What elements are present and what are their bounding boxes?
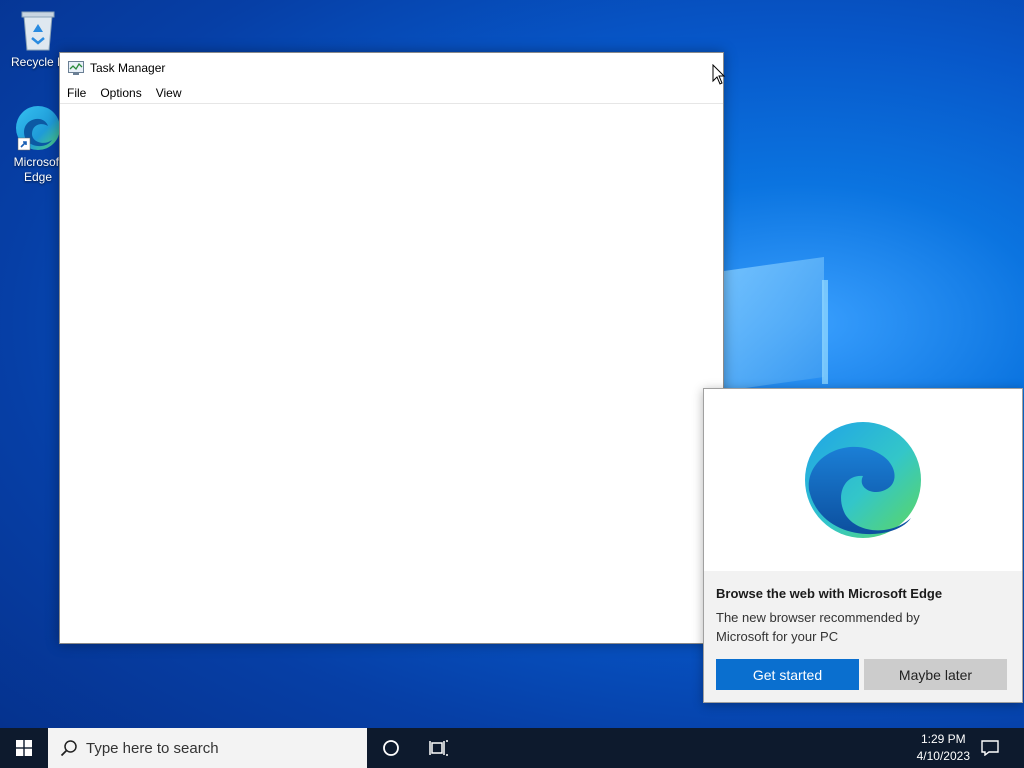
window-title: Task Manager	[90, 61, 166, 75]
clock-date: 4/10/2023	[916, 749, 970, 763]
maybe-later-button[interactable]: Maybe later	[864, 659, 1007, 690]
window-titlebar[interactable]: Task Manager	[60, 53, 723, 83]
promo-hero	[704, 389, 1022, 571]
promo-description: The new browser recommended by Microsoft…	[716, 610, 920, 644]
menu-file[interactable]: File	[60, 86, 93, 100]
windows-logo-icon	[16, 740, 32, 756]
search-icon	[60, 740, 77, 757]
desktop-icon-label: Recycle B	[10, 55, 66, 69]
promo-title: Browse the web with Microsoft Edge	[716, 586, 943, 601]
task-manager-window[interactable]: Task Manager File Options View	[59, 52, 724, 644]
task-manager-icon	[68, 61, 84, 75]
promo-buttons: Get started Maybe later	[716, 659, 1010, 690]
cortana-button[interactable]	[367, 728, 415, 768]
promo-content: Browse the web with Microsoft Edge The n…	[704, 571, 1022, 702]
recycle-bin-icon	[21, 11, 55, 51]
taskbar-search-box[interactable]: Type here to search	[48, 728, 367, 768]
edge-logo-icon	[805, 422, 921, 538]
task-view-button[interactable]	[415, 728, 463, 768]
clock-time: 1:29 PM	[920, 732, 966, 746]
window-content-area	[60, 104, 723, 643]
menu-bar: File Options View	[60, 83, 723, 104]
action-center-button[interactable]	[970, 728, 1010, 768]
wallpaper-light-edge	[822, 280, 828, 384]
edge-icon	[16, 106, 60, 151]
get-started-button[interactable]: Get started	[716, 659, 859, 690]
desktop-icon-label: Microsoft Edge	[13, 155, 63, 184]
start-button[interactable]	[0, 728, 48, 768]
edge-promo-popup: Browse the web with Microsoft Edge The n…	[703, 388, 1023, 703]
cortana-circle-icon	[383, 740, 399, 756]
taskbar: Type here to search 1:29 PM 4/10/2023	[0, 728, 1024, 768]
menu-view[interactable]: View	[149, 86, 189, 100]
mouse-cursor-icon	[712, 64, 726, 85]
search-placeholder: Type here to search	[86, 739, 219, 757]
task-view-icon	[429, 740, 448, 756]
taskbar-clock[interactable]: 1:29 PM 4/10/2023	[917, 728, 970, 768]
menu-options[interactable]: Options	[93, 86, 148, 100]
notification-icon	[981, 740, 999, 756]
wallpaper-light-beam	[724, 256, 824, 392]
